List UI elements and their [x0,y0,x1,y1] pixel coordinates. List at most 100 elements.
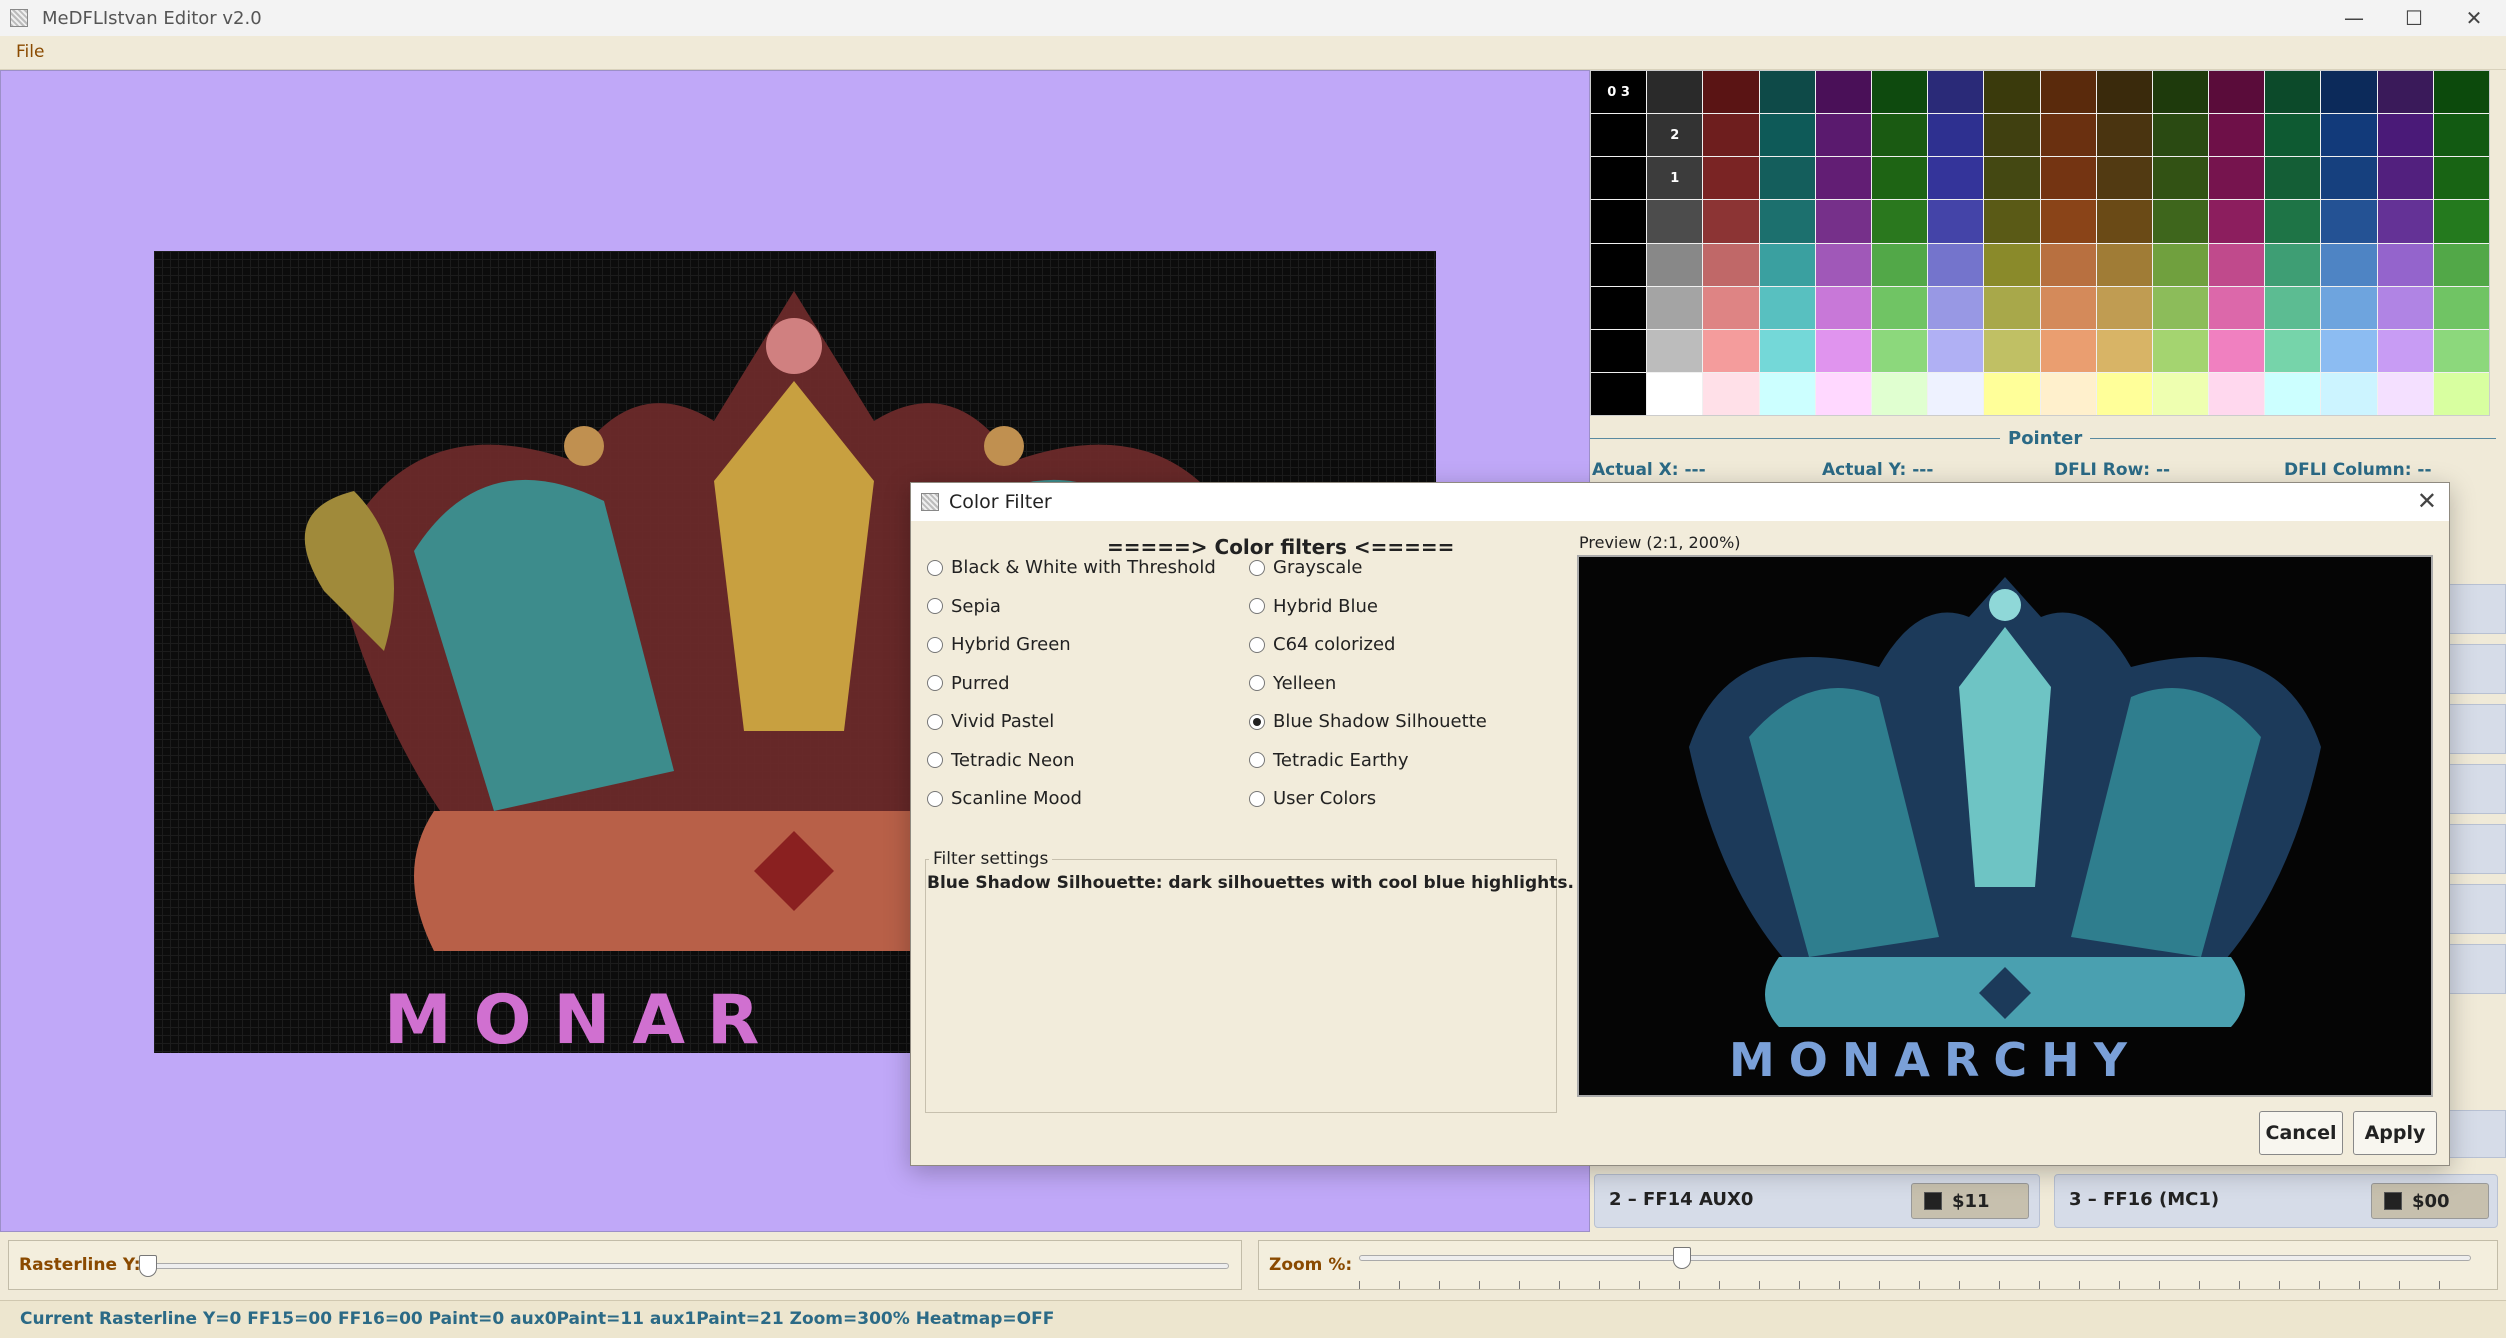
close-button[interactable]: ✕ [2444,0,2504,36]
palette-cell[interactable] [1815,243,1871,286]
filter-option-sepia[interactable]: Sepia [927,596,1001,617]
swatch-value-button[interactable]: $00 [2371,1183,2489,1219]
radio-button[interactable] [1249,636,1265,653]
palette-cell[interactable] [1591,243,1647,286]
palette-cell[interactable] [2152,200,2209,243]
palette-cell[interactable] [2377,243,2433,286]
palette-cell[interactable] [1984,286,2040,329]
palette-cell[interactable] [2209,200,2265,243]
palette-cell[interactable] [2152,243,2209,286]
palette-cell[interactable] [2265,71,2321,114]
palette-cell[interactable] [1647,71,1703,114]
radio-button[interactable] [927,559,943,576]
palette-cell[interactable] [2377,114,2433,157]
palette-cell[interactable] [2040,200,2096,243]
cancel-button[interactable]: Cancel [2259,1111,2343,1155]
zoom-slider-track[interactable] [1359,1255,2471,1261]
palette-cell[interactable] [1871,157,1928,200]
palette-cell[interactable] [1815,157,1871,200]
filter-option-grayscale[interactable]: Grayscale [1249,557,1362,578]
palette-cell[interactable] [2321,157,2377,200]
palette-cell[interactable] [2152,286,2209,329]
palette-cell[interactable] [2040,243,2096,286]
palette-cell[interactable] [2433,286,2489,329]
palette-cell[interactable] [2377,286,2433,329]
filter-option-user-colors[interactable]: User Colors [1249,788,1376,809]
palette-cell[interactable] [2265,329,2321,372]
palette-cell[interactable] [2321,243,2377,286]
palette-cell[interactable] [2152,372,2209,415]
palette-cell[interactable] [1647,329,1703,372]
palette-cell[interactable] [2096,157,2152,200]
palette-cell[interactable] [1759,372,1815,415]
radio-button[interactable] [927,636,943,653]
radio-button[interactable] [927,752,943,768]
palette-cell[interactable] [1591,200,1647,243]
palette-cell[interactable] [1759,329,1815,372]
palette-cell[interactable] [2321,372,2377,415]
palette-cell[interactable] [2265,200,2321,243]
radio-button[interactable] [1249,752,1265,768]
palette-cell[interactable] [2040,157,2096,200]
palette-cell[interactable] [1984,114,2040,157]
maximize-button[interactable]: ☐ [2384,0,2444,36]
filter-option-c64-colorized[interactable]: C64 colorized [1249,634,1395,655]
palette-cell[interactable] [1647,372,1703,415]
palette-cell[interactable] [2265,114,2321,157]
palette-cell[interactable] [1591,114,1647,157]
zoom-slider-thumb[interactable] [1673,1247,1691,1269]
radio-button[interactable] [927,675,943,691]
palette-cell[interactable] [2040,114,2096,157]
radio-button[interactable] [927,713,943,730]
palette-cell[interactable] [1815,114,1871,157]
palette-cell[interactable] [2433,71,2489,114]
palette-cell[interactable] [1759,286,1815,329]
palette-cell[interactable] [1703,71,1759,114]
palette-cell[interactable] [2321,286,2377,329]
palette-cell[interactable] [1759,243,1815,286]
palette-cell[interactable] [1984,329,2040,372]
palette-cell[interactable] [2433,157,2489,200]
radio-button[interactable] [1249,598,1265,614]
palette-cell[interactable] [1647,243,1703,286]
palette-cell[interactable] [1591,372,1647,415]
palette-cell[interactable] [2152,114,2209,157]
palette-cell[interactable] [2321,200,2377,243]
palette-cell[interactable] [1928,114,1984,157]
palette-cell[interactable] [2096,372,2152,415]
palette-cell[interactable] [2096,200,2152,243]
palette-cell[interactable] [1647,286,1703,329]
palette-cell[interactable] [2096,243,2152,286]
palette-cell[interactable] [2209,329,2265,372]
color-palette-grid[interactable]: 0 321 [1590,70,2490,416]
palette-cell[interactable] [2377,372,2433,415]
radio-button[interactable] [1249,559,1265,576]
palette-cell[interactable] [2209,243,2265,286]
palette-cell[interactable] [2321,114,2377,157]
palette-cell[interactable] [2433,329,2489,372]
palette-cell[interactable] [1815,372,1871,415]
palette-cell[interactable] [1928,243,1984,286]
palette-cell[interactable] [1591,329,1647,372]
palette-cell[interactable] [1871,71,1928,114]
palette-cell[interactable] [1815,286,1871,329]
palette-cell[interactable] [1928,157,1984,200]
palette-cell[interactable] [1759,71,1815,114]
radio-button[interactable] [1249,713,1265,730]
dialog-close-icon[interactable]: ✕ [2417,487,2437,515]
palette-cell[interactable] [2377,200,2433,243]
palette-cell[interactable] [2209,286,2265,329]
palette-cell[interactable] [2040,329,2096,372]
palette-cell[interactable]: 2 [1647,114,1703,157]
apply-button[interactable]: Apply [2353,1111,2437,1155]
palette-cell[interactable] [2096,329,2152,372]
palette-cell[interactable] [2040,286,2096,329]
palette-cell[interactable] [1815,71,1871,114]
palette-cell[interactable] [2040,71,2096,114]
filter-option-black-white-with-threshold[interactable]: Black & White with Threshold [927,557,1216,578]
filter-option-hybrid-blue[interactable]: Hybrid Blue [1249,596,1378,617]
palette-cell[interactable] [1703,157,1759,200]
palette-cell[interactable] [2377,71,2433,114]
rasterline-slider-thumb[interactable] [139,1255,157,1277]
palette-cell[interactable] [2096,114,2152,157]
